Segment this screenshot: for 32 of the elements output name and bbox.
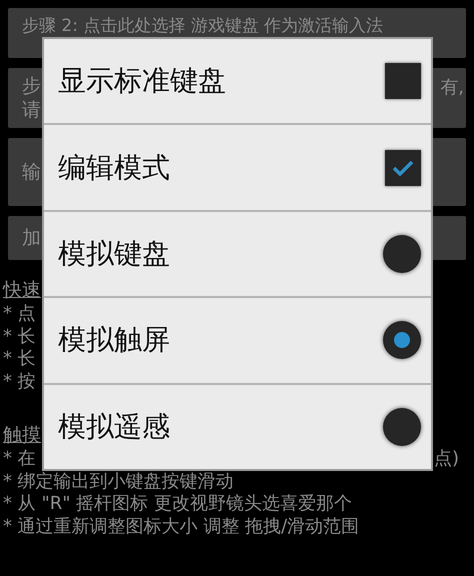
bullet-text: * 在 [3, 448, 36, 470]
bullet-text: * 绑定输出到小键盘按键滑动 [3, 470, 234, 493]
radio-button[interactable] [383, 235, 421, 274]
option-row[interactable]: 编辑模式 [44, 123, 431, 210]
step-label: 输 [22, 160, 41, 184]
checkbox[interactable] [385, 150, 421, 186]
option-row[interactable]: 模拟触屏 [44, 296, 431, 383]
option-row[interactable]: 模拟键盘 [44, 210, 431, 296]
radio-button[interactable] [383, 408, 421, 446]
step-label: 加 [22, 226, 41, 250]
bullet-text: * 从 "R" 摇杆图标 更改视野镜头选喜爱那个 [3, 493, 352, 516]
step-label: 步 [22, 74, 41, 98]
radio-button[interactable] [383, 321, 421, 360]
section-heading: 快速 [3, 278, 41, 303]
step-label: 有, [440, 76, 464, 100]
section-heading: 触摸 [3, 423, 41, 448]
bullet-text: * 长 [3, 326, 36, 348]
option-label: 模拟触屏 [58, 322, 170, 358]
bullet-text: * 点 [3, 303, 36, 326]
option-label: 编辑模式 [58, 150, 170, 186]
bullet-text: * 通过重新调整图标大小 调整 拖拽/滑动范围 [3, 516, 360, 538]
option-row[interactable]: 模拟遥感 [44, 382, 431, 470]
bullet-text: 点) [434, 448, 459, 470]
bullet-text: * 长 [3, 348, 36, 370]
step-label: 步骤 2: 点击此处选择 游戏键盘 作为激活输入法 [22, 16, 384, 36]
checkbox[interactable] [385, 63, 421, 100]
option-label: 模拟键盘 [58, 236, 170, 272]
option-label: 模拟遥感 [58, 408, 170, 445]
option-label: 显示标准键盘 [58, 63, 226, 100]
bullet-text: * 按 [3, 370, 36, 393]
check-icon [392, 160, 414, 176]
step-label: 请 [22, 98, 41, 122]
